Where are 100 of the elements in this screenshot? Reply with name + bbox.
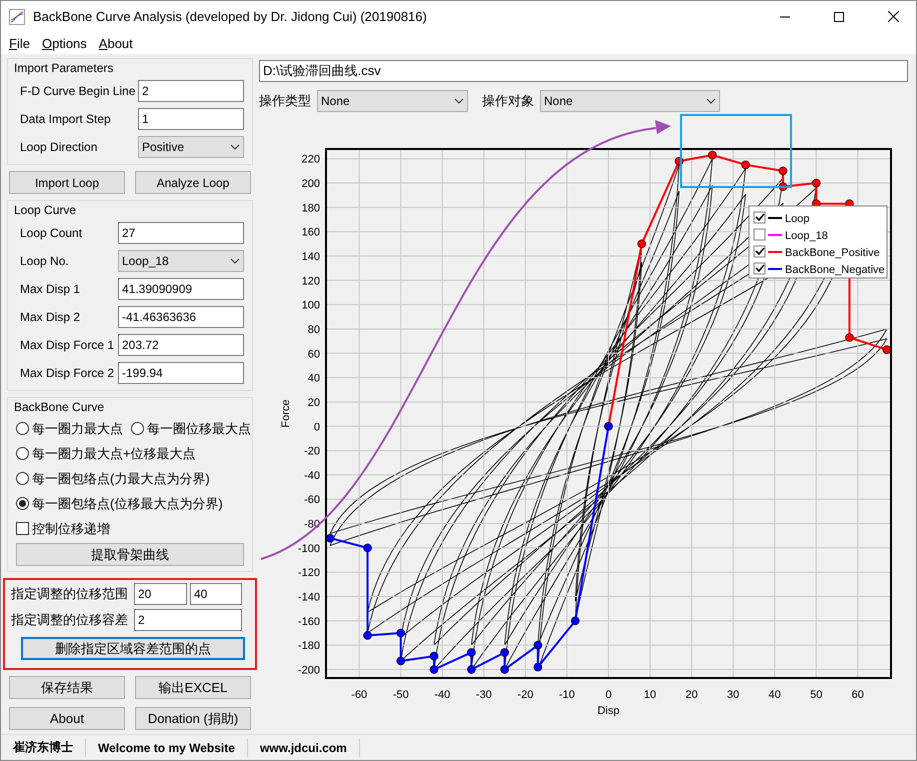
field-label: Max Disp Force 2 [20,366,116,380]
radio-option[interactable]: 每一圈包络点(位移最大点为分界) [16,494,223,512]
menu-item[interactable]: Options [36,36,93,50]
field-label: Loop Count [20,226,84,240]
file-path-field[interactable]: D:\试验滞回曲线.csv [259,60,908,82]
input-field[interactable]: -41.46363636 [118,306,244,328]
x-tick-label: -60 [351,689,368,701]
close-icon [888,11,898,22]
app-icon [9,8,25,24]
y-tick-label: 200 [302,178,320,190]
point [430,665,438,674]
radio-option[interactable]: 每一圈力最大点 [16,420,123,438]
input-field[interactable]: 20 [134,582,187,604]
dropdown[interactable]: None [540,90,720,112]
status-text: 崔济东博士 [1,738,86,756]
input-field[interactable]: 1 [138,108,244,130]
selector-label: 操作类型 [259,92,311,110]
dropdown[interactable]: Loop_18 [118,250,244,272]
status-text: www.jdcui.com [248,738,360,756]
x-tick-label: -50 [392,689,409,701]
legend-label: Loop [785,213,810,225]
field-label: Max Disp Force 1 [20,338,116,352]
input-field[interactable]: -199.94 [118,362,244,384]
input-field[interactable]: 27 [118,222,244,244]
point [741,160,750,170]
field-label: F-D Curve Begin Line [20,84,136,98]
point [363,544,372,552]
point [500,648,509,657]
menu-item[interactable]: File [3,36,36,50]
action-button[interactable]: Import Loop [9,171,125,194]
y-tick-label: 60 [308,348,320,360]
y-axis-label: Force [280,399,292,428]
input-field[interactable]: 2 [134,608,242,630]
dropdown-caret-icon [230,144,240,150]
y-tick-label: -100 [298,542,320,555]
legend-checkbox[interactable] [754,228,766,240]
y-tick-label: 0 [314,421,320,434]
point [708,150,717,160]
y-tick-label: -160 [298,616,320,628]
x-tick-label: 10 [644,689,656,701]
radio-option[interactable]: 每一圈包络点(力最大点为分界) [16,470,210,488]
action-button[interactable]: 保存结果 [9,676,125,699]
input-field[interactable]: 2 [138,80,244,102]
group-title: BackBone Curve [14,400,106,414]
x-tick-label: 50 [810,689,822,701]
group-title: Loop Curve [14,203,78,217]
y-tick-label: -40 [304,470,320,482]
y-tick-label: 40 [308,372,320,385]
menu-item[interactable]: About [92,36,139,50]
field-label: 指定调整的位移范围 [11,584,129,602]
checkbox-option[interactable]: 控制位移递增 [16,520,110,538]
input-field[interactable]: 40 [190,582,242,604]
y-tick-label: -20 [304,446,320,458]
y-tick-label: -120 [298,567,320,580]
x-axis-label: Disp [598,705,620,717]
point [363,631,372,640]
group-title: Import Parameters [14,61,114,75]
dropdown[interactable]: None [317,90,468,112]
radio-option[interactable]: 每一圈位移最大点 [131,420,251,438]
legend-label: Loop_18 [785,230,828,242]
delete-points-button[interactable]: 删除指定区域容差范围的点 [21,637,245,660]
action-button[interactable]: Analyze Loop [135,171,251,194]
legend-checkbox[interactable] [754,246,766,258]
point [396,628,406,638]
field-label: Max Disp 2 [20,310,82,324]
maximize-icon [834,12,844,22]
field-label: Max Disp 1 [20,282,82,296]
status-text: Welcome to my Website [86,738,248,756]
dropdown-caret-icon [706,98,716,104]
legend-label: BackBone_Positive [785,247,880,259]
point [534,662,542,672]
x-tick-label: -40 [434,689,450,701]
action-button[interactable]: 输出EXCEL [135,676,251,699]
extract-button[interactable]: 提取骨架曲线 [16,543,244,566]
point [500,665,509,674]
point [845,333,854,342]
input-field[interactable]: 203.72 [118,334,244,356]
action-button[interactable]: Donation (捐助) [135,707,251,730]
x-tick-label: -10 [559,689,575,701]
x-tick-label: -30 [476,689,492,701]
input-field[interactable]: 41.39090909 [118,278,244,300]
action-button[interactable]: About [9,707,125,730]
y-tick-label: 160 [302,226,320,239]
y-tick-label: 120 [302,275,320,288]
legend-checkbox[interactable] [754,212,766,224]
radio-option[interactable]: 每一圈力最大点+位移最大点 [16,444,196,462]
legend-checkbox[interactable] [754,262,766,274]
y-tick-label: 180 [302,202,320,214]
x-tick-label: 60 [852,689,864,701]
x-tick-label: -20 [517,689,534,701]
dropdown[interactable]: Positive [138,136,244,158]
point [467,648,476,657]
y-tick-label: -180 [298,640,320,652]
point [534,640,542,650]
x-tick-label: 30 [727,689,740,701]
field-label: Loop No. [20,254,70,268]
point [812,178,821,188]
window-title: BackBone Curve Analysis (developed by Dr. Jidong Cui) (20190816) [33,9,428,24]
dropdown-caret-icon [230,258,240,264]
x-tick-label: 20 [685,689,698,701]
